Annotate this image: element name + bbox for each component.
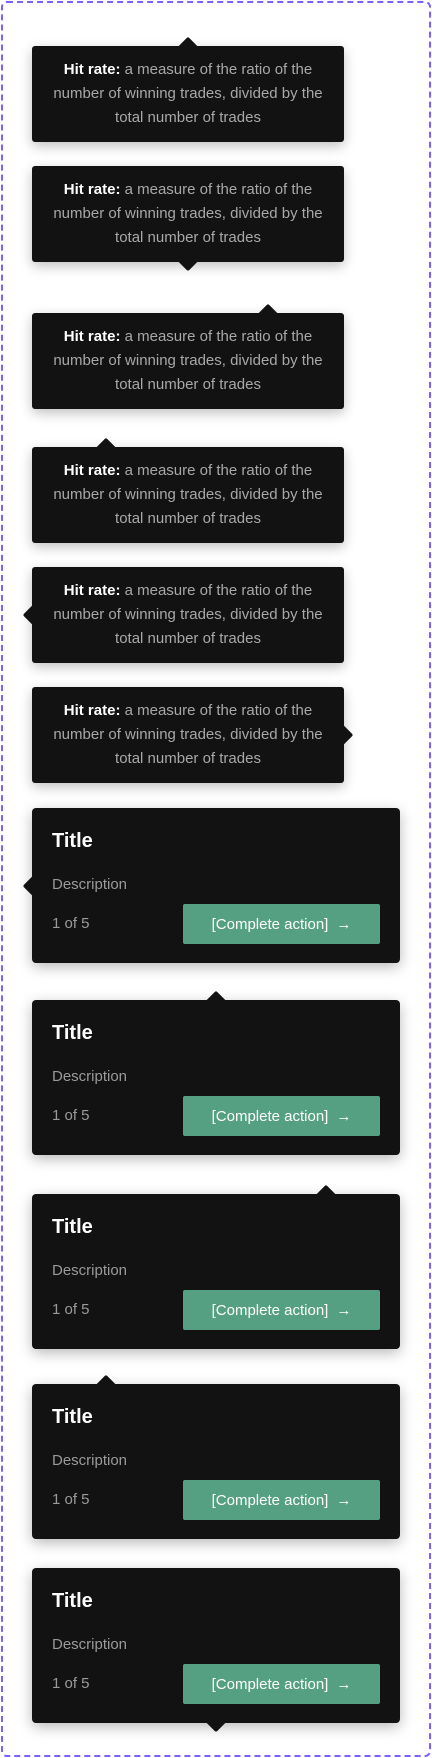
button-label: [Complete action] bbox=[211, 1107, 329, 1125]
tooltip-term: Hit rate: bbox=[63, 328, 121, 345]
step-counter: 1 of 5 bbox=[52, 1301, 90, 1318]
tooltip-arrow-top-right: Hit rate: a measure of the ratio of the … bbox=[32, 303, 344, 409]
step-counter: 1 of 5 bbox=[52, 915, 90, 932]
card-description: Description bbox=[52, 1068, 128, 1085]
tooltip-term: Hit rate: bbox=[63, 181, 121, 198]
button-label: [Complete action] bbox=[211, 1675, 329, 1693]
tooltip-arrow-right: Hit rate: a measure of the ratio of the … bbox=[32, 687, 354, 783]
card-description: Description bbox=[52, 1636, 128, 1653]
tooltip-term: Hit rate: bbox=[63, 61, 121, 78]
arrow-right-icon: → bbox=[336, 1301, 352, 1319]
step-counter: 1 of 5 bbox=[52, 1675, 90, 1692]
tooltip-arrow-left: Hit rate: a measure of the ratio of the … bbox=[22, 567, 344, 663]
arrow-right-icon: → bbox=[336, 1675, 352, 1693]
step-counter: 1 of 5 bbox=[52, 1491, 90, 1508]
button-label: [Complete action] bbox=[211, 915, 329, 933]
arrow-right-icon: → bbox=[336, 915, 352, 933]
onboarding-card-arrow-bottom-center: Title Description 1 of 5 [Complete actio… bbox=[32, 1568, 400, 1733]
card-description: Description bbox=[52, 1262, 128, 1279]
card-title: Title bbox=[52, 1022, 93, 1044]
tooltip-term: Hit rate: bbox=[63, 462, 121, 479]
card-title: Title bbox=[52, 1590, 93, 1612]
card-title: Title bbox=[52, 830, 93, 852]
onboarding-card-arrow-top-right: Title Description 1 of 5 [Complete actio… bbox=[32, 1184, 400, 1349]
complete-action-button[interactable]: [Complete action] → bbox=[183, 904, 380, 944]
button-label: [Complete action] bbox=[211, 1301, 329, 1319]
onboarding-card-arrow-top-left: Title Description 1 of 5 [Complete actio… bbox=[32, 1374, 400, 1539]
complete-action-button[interactable]: [Complete action] → bbox=[183, 1096, 380, 1136]
arrow-right-icon: → bbox=[336, 1491, 352, 1509]
button-label: [Complete action] bbox=[211, 1491, 329, 1509]
complete-action-button[interactable]: [Complete action] → bbox=[183, 1664, 380, 1704]
tooltip-arrow-top-center: Hit rate: a measure of the ratio of the … bbox=[32, 36, 344, 142]
complete-action-button[interactable]: [Complete action] → bbox=[183, 1480, 380, 1520]
card-title: Title bbox=[52, 1406, 93, 1428]
tooltip-term: Hit rate: bbox=[63, 582, 121, 599]
arrow-right-icon: → bbox=[336, 1107, 352, 1125]
card-title: Title bbox=[52, 1216, 93, 1238]
complete-action-button[interactable]: [Complete action] → bbox=[183, 1290, 380, 1330]
tooltip-term: Hit rate: bbox=[63, 702, 121, 719]
card-description: Description bbox=[52, 1452, 128, 1469]
tooltip-arrow-bottom-center: Hit rate: a measure of the ratio of the … bbox=[32, 166, 344, 272]
onboarding-card-arrow-top-center: Title Description 1 of 5 [Complete actio… bbox=[32, 990, 400, 1155]
tooltip-arrow-top-left: Hit rate: a measure of the ratio of the … bbox=[32, 437, 344, 543]
onboarding-card-arrow-left: Title Description 1 of 5 [Complete actio… bbox=[22, 808, 400, 963]
step-counter: 1 of 5 bbox=[52, 1107, 90, 1124]
card-description: Description bbox=[52, 876, 128, 893]
